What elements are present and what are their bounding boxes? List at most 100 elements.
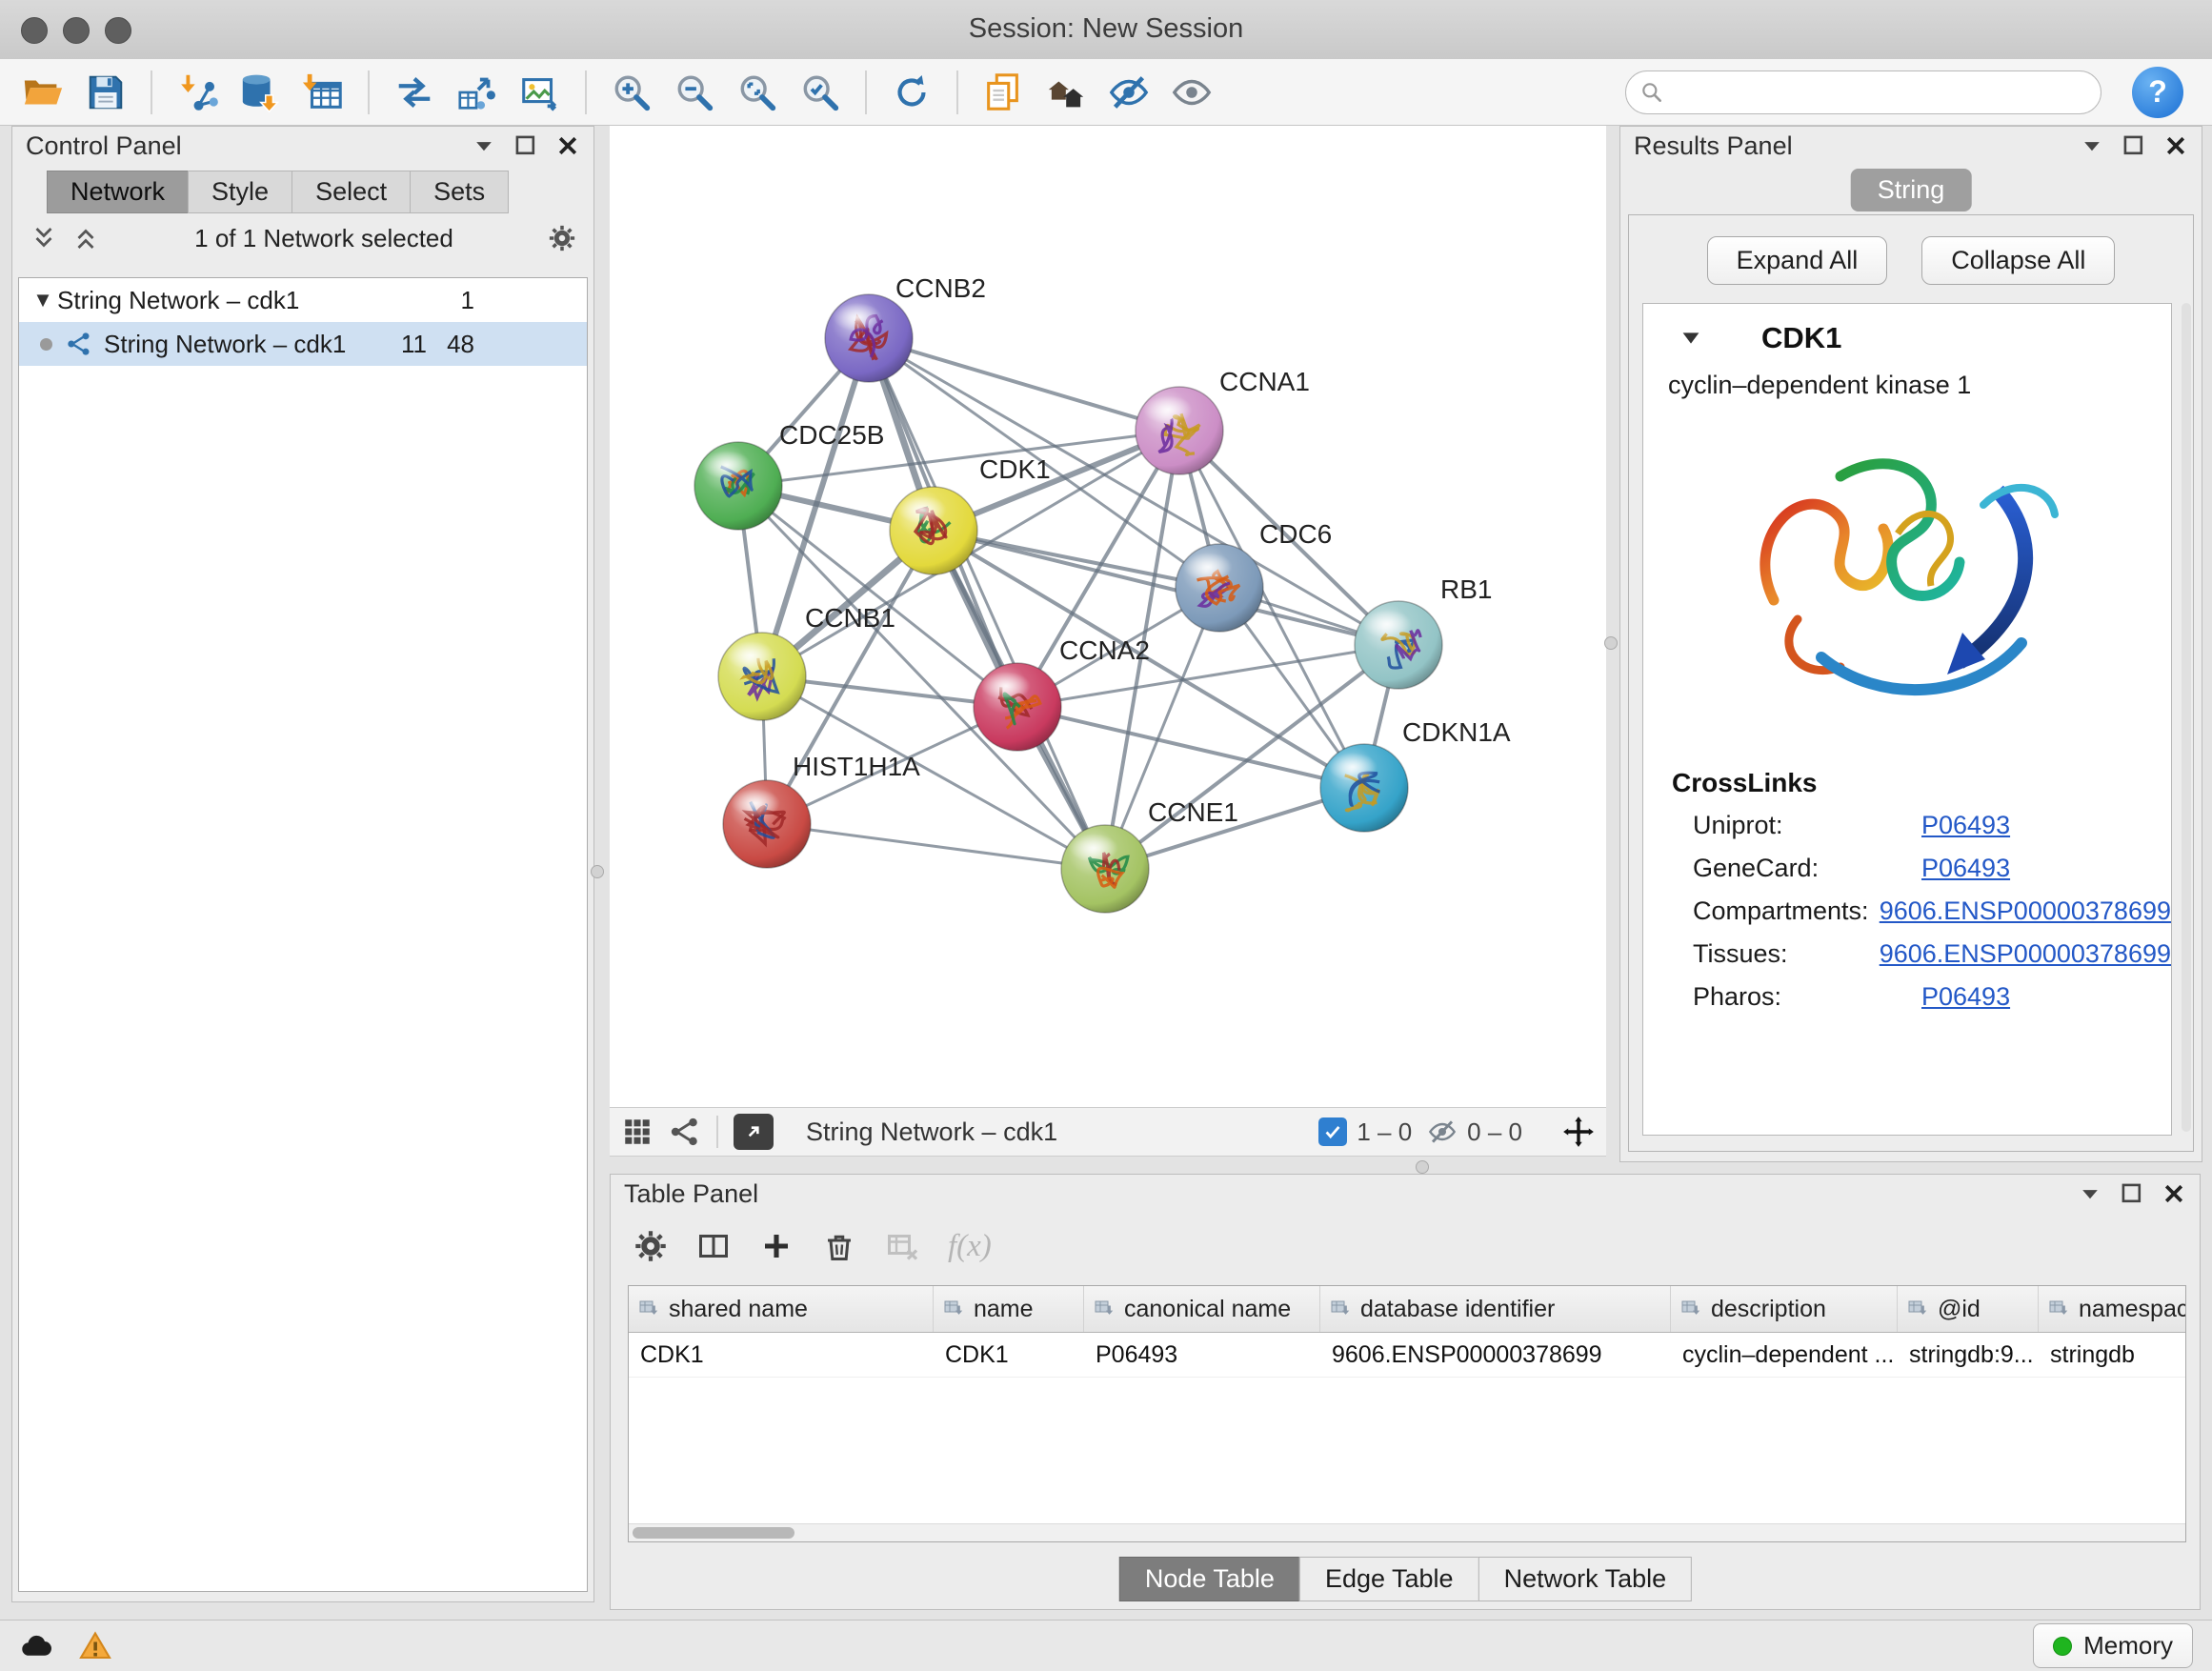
- cell-id: stringdb:9...: [1898, 1333, 2039, 1377]
- table-settings-gear-icon[interactable]: [633, 1229, 668, 1263]
- nodes-checkbox[interactable]: [1318, 1117, 1347, 1146]
- column-header-canonical-name[interactable]: canonical name: [1084, 1286, 1320, 1332]
- column-header-namespace[interactable]: namespace: [2039, 1286, 2185, 1332]
- collapse-all-icon[interactable]: [30, 224, 58, 252]
- left-splitter-handle[interactable]: [591, 865, 604, 878]
- tab-node-table[interactable]: Node Table: [1119, 1557, 1300, 1601]
- tab-network[interactable]: Network: [47, 171, 189, 213]
- panel-close-icon[interactable]: [555, 133, 580, 158]
- zoom-fit-button[interactable]: [730, 65, 785, 120]
- results-scrollbar[interactable]: [2182, 303, 2191, 1132]
- copy-document-icon: [981, 70, 1025, 114]
- bottom-splitter-handle[interactable]: [1416, 1160, 1429, 1174]
- collapse-all-button[interactable]: Collapse All: [1921, 236, 2115, 285]
- network-graph[interactable]: CCNB2CCNA1CDC25BCDK1CDC6RB1CCNB1CCNA2CDK…: [610, 126, 1606, 1107]
- network-edge[interactable]: [1017, 707, 1364, 788]
- scrollbar-thumb[interactable]: [633, 1527, 794, 1539]
- save-session-button[interactable]: [78, 65, 133, 120]
- network-edge[interactable]: [869, 338, 1179, 431]
- window-titlebar: Session: New Session: [0, 0, 2212, 60]
- network-node-ccna1[interactable]: CCNA1: [1136, 367, 1310, 474]
- node-label-cdk1: CDK1: [979, 454, 1051, 484]
- network-node-hist1h1a[interactable]: HIST1H1A: [723, 752, 920, 868]
- tab-network-table[interactable]: Network Table: [1478, 1557, 1693, 1601]
- help-button[interactable]: ?: [2132, 67, 2183, 118]
- crosslink-genecard[interactable]: P06493: [1921, 854, 2010, 883]
- network-edge[interactable]: [767, 824, 1105, 869]
- collapse-section-icon[interactable]: [1678, 325, 1704, 352]
- import-network-file-button[interactable]: [170, 65, 225, 120]
- open-session-button[interactable]: [15, 65, 70, 120]
- panel-maximize-icon[interactable]: [2120, 1181, 2144, 1206]
- column-header-id[interactable]: @id: [1898, 1286, 2039, 1332]
- search-input[interactable]: [1674, 76, 2087, 108]
- cell-database-identifier: 9606.ENSP00000378699: [1320, 1333, 1671, 1377]
- hide-selected-button[interactable]: [1101, 65, 1156, 120]
- gear-icon[interactable]: [548, 224, 576, 252]
- crosslink-tissues[interactable]: 9606.ENSP00000378699: [1880, 939, 2171, 969]
- hidden-eye-icon[interactable]: [1427, 1117, 1458, 1147]
- birdseye-grid-button[interactable]: [621, 1116, 654, 1148]
- panel-float-icon[interactable]: [2080, 133, 2104, 158]
- first-neighbors-button[interactable]: [387, 65, 442, 120]
- column-header-shared-name[interactable]: shared name: [629, 1286, 934, 1332]
- crosslink-compartments[interactable]: 9606.ENSP00000378699: [1880, 896, 2171, 926]
- tab-style[interactable]: Style: [188, 171, 292, 213]
- panel-close-icon[interactable]: [2162, 1181, 2186, 1206]
- network-edge[interactable]: [869, 338, 1105, 869]
- home-button[interactable]: [1038, 65, 1094, 120]
- copy-document-button[interactable]: [975, 65, 1031, 120]
- network-collection-row[interactable]: ▼ String Network – cdk1 1: [19, 278, 587, 322]
- network-from-table-button[interactable]: [450, 65, 505, 120]
- tab-edge-table[interactable]: Edge Table: [1299, 1557, 1479, 1601]
- tab-select[interactable]: Select: [292, 171, 411, 213]
- column-header-database-identifier[interactable]: database identifier: [1320, 1286, 1671, 1332]
- tab-string[interactable]: String: [1851, 169, 1972, 211]
- network-row-selected[interactable]: String Network – cdk1 11 48: [19, 322, 587, 366]
- crosslink-uniprot[interactable]: P06493: [1921, 811, 2010, 840]
- expand-all-button[interactable]: Expand All: [1707, 236, 1888, 285]
- network-node-cdkn1a[interactable]: CDKN1A: [1320, 717, 1511, 832]
- network-node-rb1[interactable]: RB1: [1355, 574, 1492, 689]
- warnings-button[interactable]: [78, 1629, 112, 1663]
- zoom-out-button[interactable]: [667, 65, 722, 120]
- tab-sets[interactable]: Sets: [410, 171, 509, 213]
- import-table-button[interactable]: [295, 65, 351, 120]
- panel-maximize-icon[interactable]: [513, 133, 538, 158]
- detach-view-button[interactable]: [734, 1114, 774, 1150]
- network-overview-button[interactable]: [669, 1116, 701, 1148]
- crosslink-pharos[interactable]: P06493: [1921, 982, 2010, 1012]
- table-row[interactable]: CDK1 CDK1 P06493 9606.ENSP00000378699 cy…: [629, 1333, 2185, 1378]
- network-canvas[interactable]: CCNB2CCNA1CDC25BCDK1CDC6RB1CCNB1CCNA2CDK…: [610, 126, 1606, 1107]
- show-all-button[interactable]: [1164, 65, 1219, 120]
- refresh-button[interactable]: [884, 65, 939, 120]
- zoom-in-button[interactable]: [604, 65, 659, 120]
- panel-maximize-icon[interactable]: [2122, 133, 2146, 158]
- show-columns-icon[interactable]: [696, 1229, 731, 1263]
- export-image-button[interactable]: [513, 65, 568, 120]
- warning-icon: [78, 1629, 112, 1663]
- import-network-database-button[interactable]: [232, 65, 288, 120]
- panel-float-icon[interactable]: [472, 133, 496, 158]
- network-selection-status: 1 of 1 Network selected: [113, 224, 534, 253]
- panel-float-icon[interactable]: [2078, 1181, 2102, 1206]
- home-icon: [1044, 70, 1088, 114]
- column-type-icon: [1094, 1298, 1116, 1320]
- column-type-icon: [638, 1298, 661, 1320]
- memory-button[interactable]: Memory: [2033, 1623, 2193, 1668]
- node-table-header: shared name name canonical name database…: [629, 1286, 2185, 1333]
- tree-expand-icon[interactable]: ▼: [29, 288, 57, 312]
- cloud-button[interactable]: [19, 1629, 53, 1663]
- status-bar: Memory: [0, 1620, 2212, 1671]
- expand-all-icon[interactable]: [71, 224, 100, 252]
- zoom-selected-button[interactable]: [793, 65, 848, 120]
- pan-mode-button[interactable]: [1562, 1116, 1595, 1148]
- right-splitter-handle[interactable]: [1604, 636, 1618, 650]
- panel-close-icon[interactable]: [2163, 133, 2188, 158]
- column-header-description[interactable]: description: [1671, 1286, 1898, 1332]
- column-header-name[interactable]: name: [934, 1286, 1084, 1332]
- table-horizontal-scrollbar[interactable]: [629, 1523, 2185, 1541]
- add-column-icon[interactable]: [759, 1229, 794, 1263]
- delete-column-icon[interactable]: [822, 1229, 856, 1263]
- eye-icon: [1170, 70, 1214, 114]
